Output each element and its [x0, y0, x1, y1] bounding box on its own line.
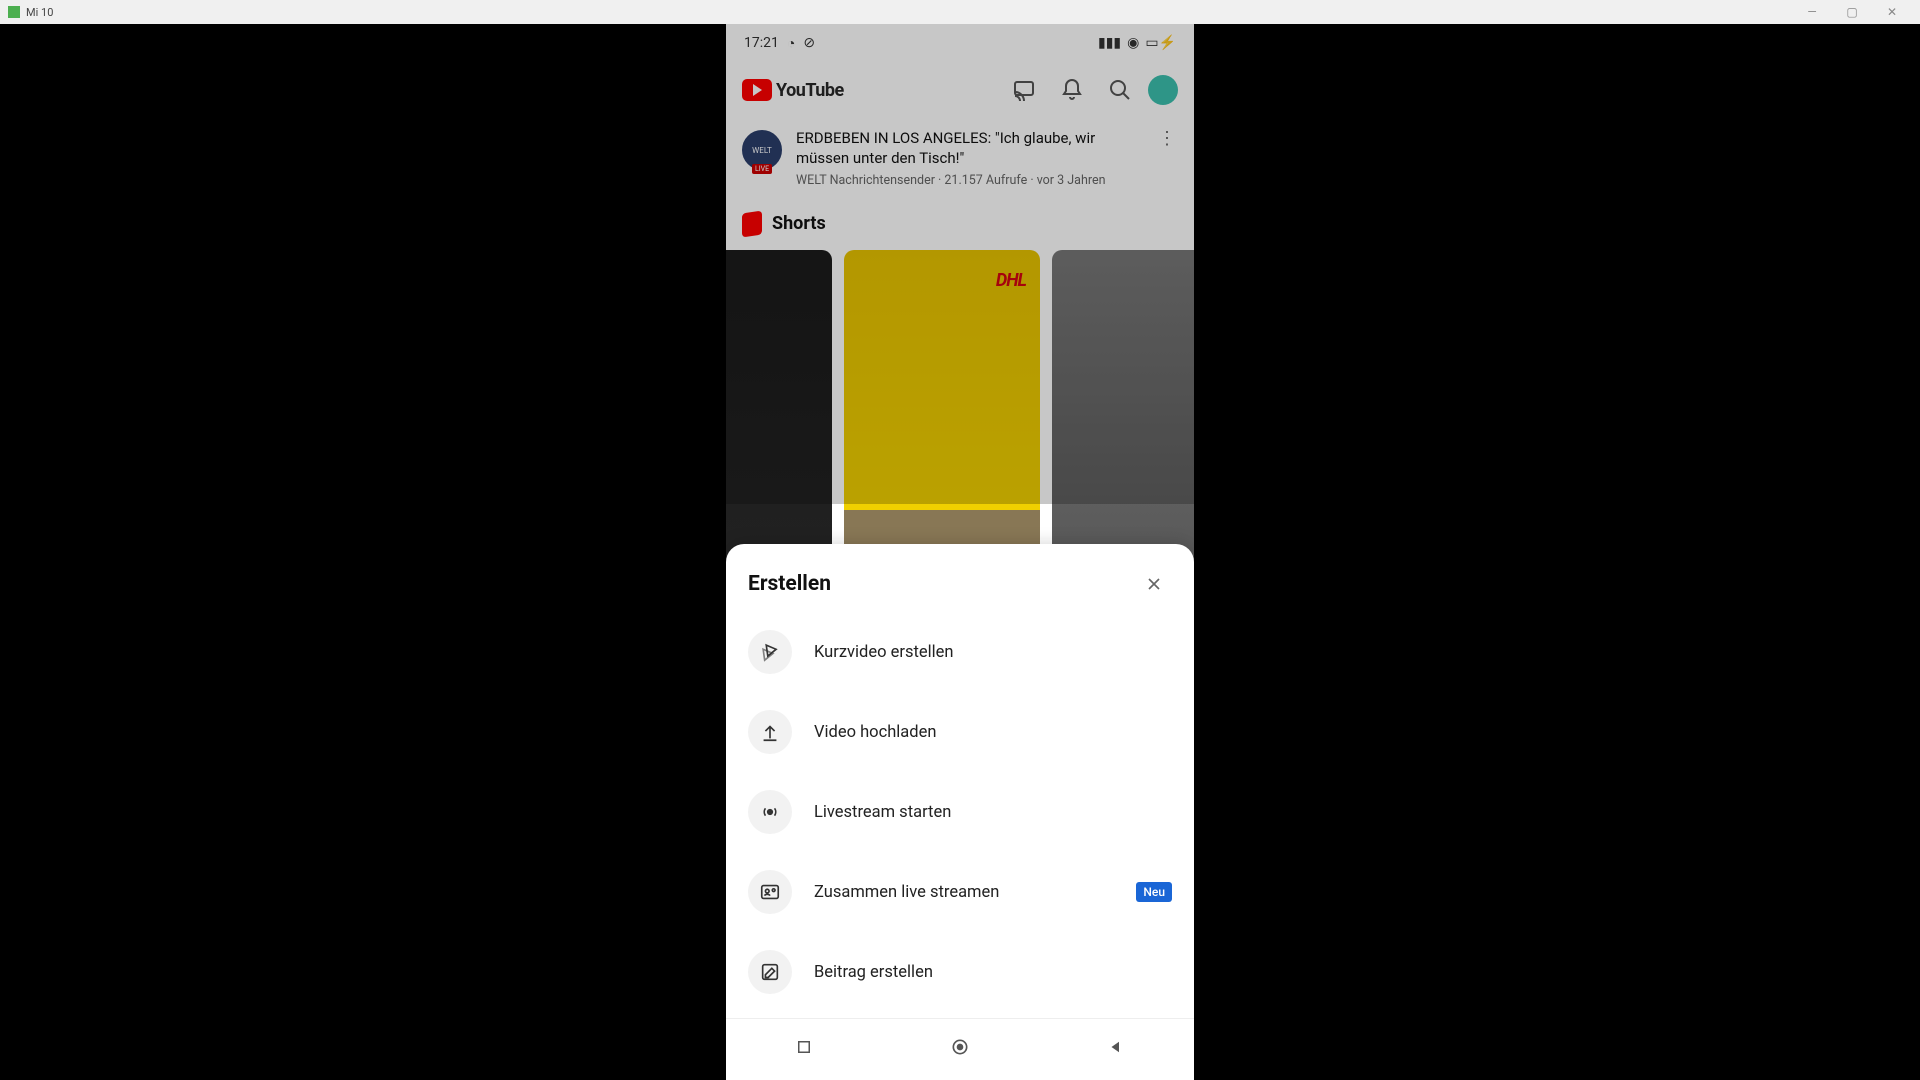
- close-sheet-button[interactable]: [1136, 566, 1172, 602]
- livestream-icon: [748, 790, 792, 834]
- short-thumbnail[interactable]: [726, 250, 832, 590]
- option-create-short[interactable]: Kurzvideo erstellen: [726, 612, 1194, 692]
- desktop: Mi 10 — ▢ ✕ 17:21 ◔ ⊘ ▮▮▮ ◉ ▭⚡: [0, 0, 1920, 1080]
- nav-recents-button[interactable]: [779, 1032, 829, 1062]
- meta-age: vor 3 Jahren: [1037, 173, 1106, 188]
- youtube-header: YouTube: [726, 62, 1194, 118]
- video-more-button[interactable]: ⋮: [1154, 128, 1180, 188]
- search-button[interactable]: [1100, 70, 1140, 110]
- create-post-icon: [748, 950, 792, 994]
- mirror-stage: 17:21 ◔ ⊘ ▮▮▮ ◉ ▭⚡ YouTube: [0, 24, 1920, 1080]
- circle-icon: [950, 1037, 970, 1057]
- short-thumbnail[interactable]: [1052, 250, 1194, 590]
- option-create-post[interactable]: Beitrag erstellen: [726, 932, 1194, 1012]
- window-titlebar: Mi 10 — ▢ ✕: [0, 0, 1920, 24]
- search-icon: [1108, 78, 1132, 102]
- option-start-livestream[interactable]: Livestream starten: [726, 772, 1194, 852]
- live-badge: LIVE: [752, 164, 772, 174]
- youtube-logo-text: YouTube: [776, 80, 844, 101]
- option-label: Video hochladen: [814, 723, 1172, 742]
- notifications-button[interactable]: [1052, 70, 1092, 110]
- youtube-logo[interactable]: YouTube: [742, 79, 844, 101]
- shorts-section-header: Shorts: [726, 198, 1194, 244]
- meta-views: 21.157 Aufrufe: [944, 173, 1027, 188]
- shorts-create-icon: [748, 630, 792, 674]
- square-icon: [795, 1038, 813, 1056]
- triangle-back-icon: [1107, 1038, 1125, 1056]
- option-label: Kurzvideo erstellen: [814, 643, 1172, 662]
- window-minimize-button[interactable]: —: [1792, 5, 1832, 19]
- option-label: Beitrag erstellen: [814, 963, 1172, 982]
- phone-screen: 17:21 ◔ ⊘ ▮▮▮ ◉ ▭⚡ YouTube: [726, 24, 1194, 1080]
- stream-together-icon: [748, 870, 792, 914]
- battery-icon: ▭⚡: [1145, 35, 1176, 51]
- option-label: Livestream starten: [814, 803, 1172, 822]
- status-dnd-icon: ⊘: [803, 35, 815, 51]
- app-icon: [8, 6, 20, 18]
- window-maximize-button[interactable]: ▢: [1832, 5, 1872, 19]
- nav-back-button[interactable]: [1091, 1032, 1141, 1062]
- status-indicator-icon: ◔: [787, 35, 795, 52]
- android-nav-bar: [726, 1018, 1194, 1074]
- wifi-icon: ◉: [1127, 35, 1139, 51]
- meta-channel: WELT Nachrichtensender: [796, 173, 935, 188]
- close-icon: [1144, 574, 1164, 594]
- shorts-title: Shorts: [772, 213, 826, 234]
- shorts-icon: [742, 210, 762, 237]
- nav-home-button[interactable]: [935, 1032, 985, 1062]
- android-status-bar: 17:21 ◔ ⊘ ▮▮▮ ◉ ▭⚡: [726, 24, 1194, 62]
- short-thumbnail[interactable]: DHL: [844, 250, 1040, 590]
- youtube-play-icon: [742, 79, 772, 101]
- sheet-title: Erstellen: [748, 572, 831, 596]
- channel-avatar[interactable]: WELT LIVE: [740, 128, 784, 172]
- option-stream-together[interactable]: Zusammen live streamen Neu: [726, 852, 1194, 932]
- window-close-button[interactable]: ✕: [1872, 5, 1912, 19]
- video-title: ERDBEBEN IN LOS ANGELES: "Ich glaube, wi…: [796, 128, 1142, 169]
- account-avatar[interactable]: [1148, 75, 1178, 105]
- create-bottom-sheet: Erstellen Kurzvideo erstellen Video h: [726, 544, 1194, 1080]
- cast-icon: [1012, 78, 1036, 102]
- upload-icon: [748, 710, 792, 754]
- bell-icon: [1060, 78, 1084, 102]
- video-info: ERDBEBEN IN LOS ANGELES: "Ich glaube, wi…: [796, 128, 1142, 188]
- option-upload-video[interactable]: Video hochladen: [726, 692, 1194, 772]
- new-badge: Neu: [1136, 882, 1172, 902]
- short-brand-text: DHL: [996, 270, 1026, 291]
- signal-icon: ▮▮▮: [1098, 35, 1121, 51]
- window-title: Mi 10: [26, 6, 53, 19]
- video-meta: WELT Nachrichtensender · 21.157 Aufrufe …: [796, 173, 1142, 188]
- status-time: 17:21: [744, 35, 779, 51]
- option-label: Zusammen live streamen: [814, 883, 1114, 902]
- shorts-row[interactable]: DHL: [726, 244, 1194, 596]
- cast-button[interactable]: [1004, 70, 1044, 110]
- video-feed-item[interactable]: WELT LIVE ERDBEBEN IN LOS ANGELES: "Ich …: [726, 118, 1194, 198]
- channel-avatar-text: WELT: [752, 146, 772, 155]
